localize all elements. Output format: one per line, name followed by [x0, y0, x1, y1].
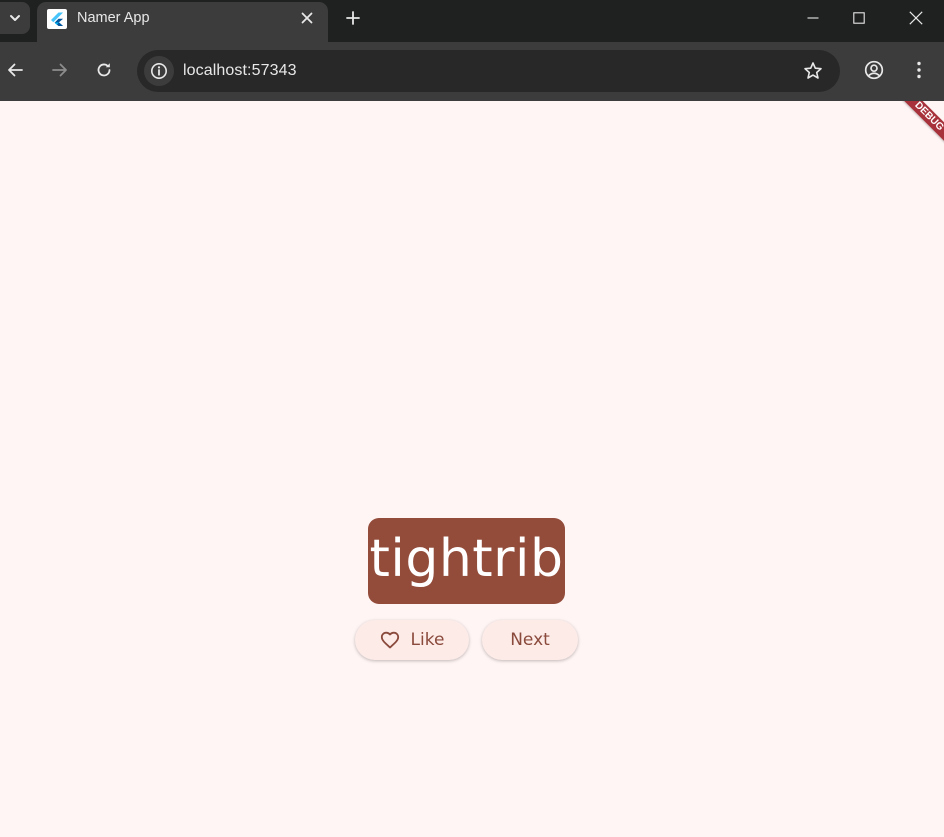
- star-icon: [804, 62, 822, 79]
- maximize-button[interactable]: [836, 2, 882, 34]
- address-bar[interactable]: localhost:57343: [137, 50, 840, 92]
- like-button-label: Like: [410, 630, 445, 650]
- tab-close-button[interactable]: [296, 7, 318, 29]
- browser-menu-button[interactable]: [904, 55, 934, 85]
- bookmark-button[interactable]: [802, 60, 824, 82]
- back-button[interactable]: [0, 55, 30, 85]
- tab-search-button[interactable]: [0, 2, 30, 34]
- forward-button[interactable]: [45, 55, 75, 85]
- next-button-label: Next: [510, 630, 550, 650]
- more-vert-icon: [917, 61, 921, 79]
- reload-icon: [97, 63, 111, 77]
- profile-icon: [864, 60, 884, 80]
- minimize-icon: [807, 17, 819, 19]
- back-arrow-icon: [8, 63, 23, 77]
- browser-tabstrip: Namer App: [0, 0, 944, 42]
- plus-icon: [346, 11, 360, 25]
- profile-button[interactable]: [859, 55, 889, 85]
- site-info-button[interactable]: [144, 56, 174, 86]
- minimize-button[interactable]: [790, 2, 836, 34]
- close-icon: [301, 12, 313, 24]
- window-close-button[interactable]: [893, 2, 939, 34]
- chevron-down-icon: [10, 15, 20, 21]
- browser-toolbar: localhost:57343: [0, 42, 944, 101]
- browser-tab[interactable]: Namer App: [37, 2, 328, 42]
- word-card: tightrib: [368, 518, 565, 604]
- reload-button[interactable]: [89, 55, 119, 85]
- new-tab-button[interactable]: [340, 5, 366, 31]
- url-text[interactable]: localhost:57343: [183, 62, 297, 80]
- flutter-logo-icon: [47, 9, 67, 29]
- heart-outline-icon: [380, 631, 400, 649]
- maximize-icon: [853, 12, 865, 24]
- debug-banner: DEBUG: [885, 101, 944, 160]
- info-icon: [151, 63, 167, 79]
- next-button[interactable]: Next: [482, 620, 578, 660]
- close-icon: [909, 11, 923, 25]
- like-button[interactable]: Like: [355, 620, 469, 660]
- tab-title: Namer App: [77, 10, 150, 26]
- forward-arrow-icon: [52, 63, 67, 77]
- word-pair-text: tightrib: [369, 529, 564, 589]
- app-page: DEBUG tightrib Like Next: [0, 101, 944, 837]
